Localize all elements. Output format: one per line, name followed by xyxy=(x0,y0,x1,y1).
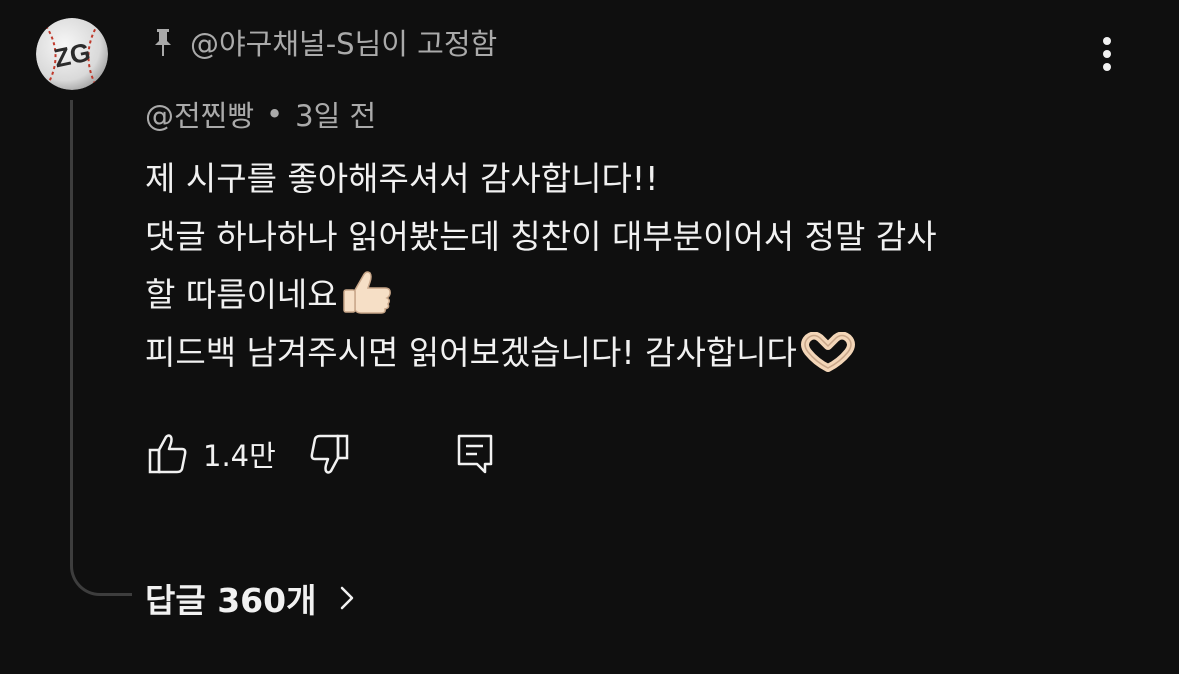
comment-line: 댓글 하나하나 읽어봤는데 칭찬이 대부분이어서 정말 감사 xyxy=(145,208,1145,266)
like-button[interactable] xyxy=(145,429,191,479)
comment-line-text: 댓글 하나하나 읽어봤는데 칭찬이 대부분이어서 정말 감사 xyxy=(145,217,937,256)
meta-separator: • xyxy=(266,97,284,131)
comment-author[interactable]: @전찐빵 xyxy=(145,93,254,135)
comment-body: 제 시구를 좋아해주셔서 감사합니다!! 댓글 하나하나 읽어봤는데 칭찬이 대… xyxy=(145,150,1145,382)
thumbs-down-icon xyxy=(310,434,349,474)
chevron-right-icon xyxy=(341,586,354,610)
comment-reply-icon xyxy=(457,434,493,474)
more-vertical-icon xyxy=(1103,37,1111,71)
avatar[interactable]: ZG xyxy=(36,18,108,90)
comment-line: 피드백 남겨주시면 읽어보겠습니다! 감사합니다 xyxy=(145,324,1145,382)
pin-icon xyxy=(155,29,171,56)
dislike-button[interactable] xyxy=(306,429,352,479)
like-count: 1.4만 xyxy=(203,439,276,473)
view-replies-button[interactable]: 답글 360개 xyxy=(145,572,358,624)
thumbs-up-emoji xyxy=(341,268,393,332)
reply-button[interactable] xyxy=(452,429,498,479)
comment-actions: 1.4만 xyxy=(145,428,498,480)
comment-line-text: 제 시구를 좋아해주셔서 감사합니다!! xyxy=(145,159,659,198)
comment-line-text: 피드백 남겨주시면 읽어보겠습니다! 감사합니다 xyxy=(145,333,797,372)
comment-meta: @전찐빵 • 3일 전 xyxy=(145,94,376,134)
reply-thread-line xyxy=(70,100,132,596)
comment-timestamp[interactable]: 3일 전 xyxy=(295,93,376,135)
comment-line: 제 시구를 좋아해주셔서 감사합니다!! xyxy=(145,150,1145,208)
pinned-banner: @야구채널-S님이 고정함 xyxy=(150,22,497,62)
comment-line-text: 할 따름이네요 xyxy=(145,275,338,314)
heart-hands-emoji xyxy=(800,331,856,390)
comment-line: 할 따름이네요 xyxy=(145,266,1145,324)
pinned-label: @야구채널-S님이 고정함 xyxy=(190,27,498,61)
thumbs-up-icon xyxy=(148,434,187,474)
baseball-avatar-image: ZG xyxy=(36,18,108,90)
more-options-button[interactable] xyxy=(1088,34,1126,74)
replies-count-label: 답글 360개 xyxy=(145,581,317,620)
